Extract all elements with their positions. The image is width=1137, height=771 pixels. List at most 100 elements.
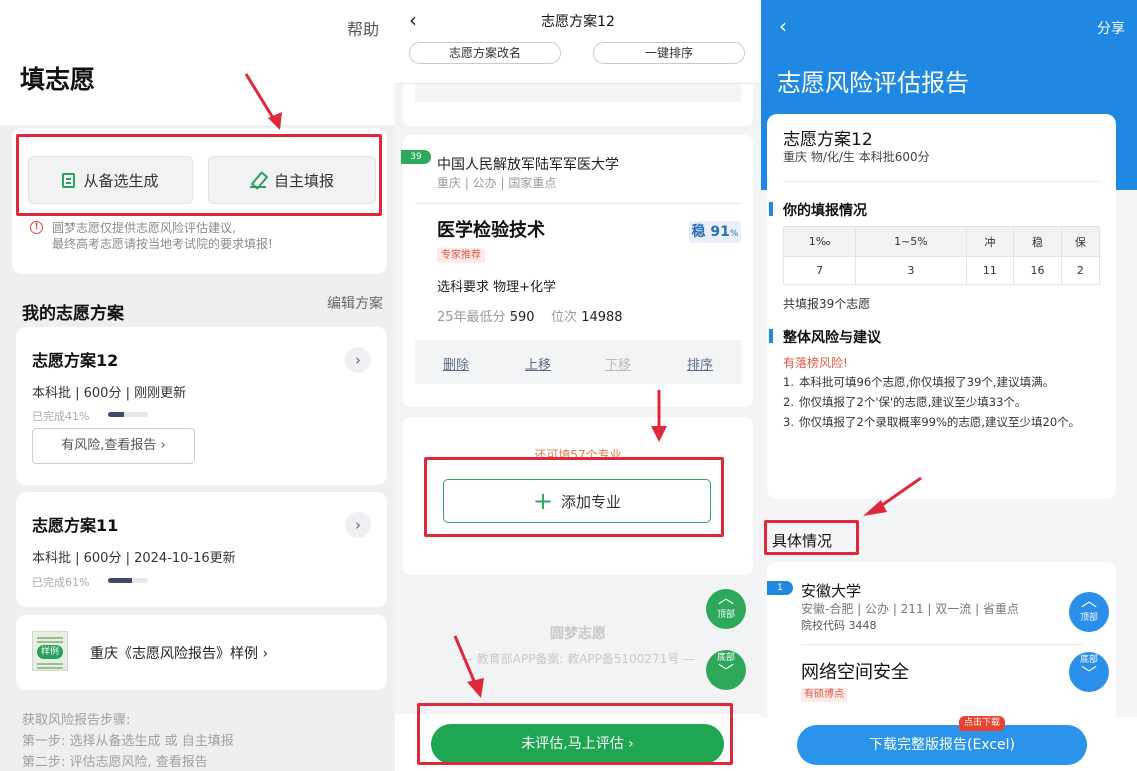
plan-name: 志愿方案12 [32, 351, 119, 370]
divider [801, 644, 1083, 645]
progress-fill [108, 578, 133, 583]
progress-bar [108, 412, 148, 417]
fill-status-table: 1‰ 1~5% 冲 稳 保 7 3 11 16 2 [782, 226, 1101, 285]
scroll-bottom-button[interactable]: 底部 ﹀ [1069, 652, 1109, 692]
university-name[interactable]: 安徽大学 [801, 580, 861, 601]
table-cell: 3 [855, 256, 967, 285]
plan-card[interactable]: 志愿方案11 › 本科批 | 600分 | 2024-10-16更新 已完成61… [16, 492, 387, 607]
divider [415, 203, 741, 204]
download-report-button[interactable]: 下载完整版报告(Excel) [797, 725, 1087, 765]
header: ‹ 志愿方案12 志愿方案改名 一键排序 [395, 0, 761, 84]
major-name[interactable]: 网络空间安全 [801, 658, 909, 684]
sort-button[interactable]: 排序 [687, 354, 713, 373]
alert-icon: ! [30, 221, 43, 234]
disclaimer-line1: 圆梦志愿仅提供志愿风险评估建议, [52, 221, 236, 235]
stable-value: 91 [710, 224, 730, 240]
expert-recommend-tag: 专家推荐 [437, 248, 485, 263]
step-2: 第二步: 评估志愿风险, 查看报告 [22, 755, 208, 770]
university-name[interactable]: 中国人民解放军陆军军医大学 [437, 154, 619, 174]
highlight-box [417, 703, 733, 765]
chevron-right-icon[interactable]: › [345, 512, 371, 538]
rank-tag: 39 [401, 150, 431, 164]
list-item: 1. 本科批可填96个志愿,你仅填报了39个,建议填满。 [783, 375, 1055, 389]
table-cell: 7 [782, 256, 857, 285]
previous-item-actions [403, 84, 753, 126]
stable-unit: % [729, 229, 739, 239]
sample-report-link[interactable]: 重庆《志愿风险报告》样例 › [90, 643, 268, 663]
scroll-top-button[interactable]: ︿ 顶部 [1069, 592, 1109, 632]
university-meta: 重庆 | 公办 | 国家重点 [437, 176, 557, 190]
table-header: 冲 [965, 226, 1015, 257]
total-count: 共填报39个志愿 [783, 297, 871, 311]
chevron-up-icon: ︿ [1080, 591, 1097, 610]
divider [783, 181, 1100, 182]
plan-meta: 重庆 物/化/生 本科批600分 [783, 150, 930, 164]
score-info: 25年最低分 590 位次 14988 [437, 306, 623, 325]
university-code: 院校代码 3448 [801, 619, 877, 632]
watermark-brand: 圆梦志愿 [550, 626, 606, 642]
major-card: 39 中国人民解放军陆军军医大学 重庆 | 公办 | 国家重点 医学检验技术 专… [401, 135, 753, 407]
delete-button[interactable]: 删除 [443, 354, 469, 373]
score-value: 590 [509, 310, 535, 325]
move-down-button: 下移 [605, 358, 632, 373]
list-item: 3. 你仅填报了2个录取概率99%的志愿,建议至少填20个。 [783, 415, 1081, 429]
score-label: 25年最低分 [437, 310, 506, 325]
page-title: 填志愿 [20, 65, 96, 94]
chevron-right-icon[interactable]: › [345, 347, 371, 373]
table-header: 1~5% [855, 226, 967, 257]
plan-list-screen: 帮助 填志愿 从备选生成 自主填报 ! 圆梦志愿仅提供志愿风险评估建议, 最终高… [0, 0, 395, 771]
table-cell: 16 [1013, 256, 1062, 285]
arrow-annotation [453, 635, 484, 698]
overall-risk-title: 整体风险与建议 [769, 327, 881, 347]
page-title: 志愿方案12 [541, 14, 615, 30]
back-icon[interactable]: ‹ [779, 14, 787, 38]
chevron-up-icon: ︿ [717, 588, 734, 607]
top-label: 顶部 [716, 610, 735, 620]
progress-bar [108, 578, 148, 583]
table-header: 1‰ [782, 226, 857, 257]
plan-name: 志愿方案11 [32, 516, 119, 535]
chevron-down-icon: ﹀ [1080, 664, 1097, 683]
share-button[interactable]: 分享 [1097, 18, 1125, 38]
my-plans-title: 我的志愿方案 [22, 304, 124, 324]
table-cell: 2 [1060, 256, 1101, 285]
action-row: 删除 上移 下移 排序 [415, 340, 741, 384]
subject-requirement: 选科要求 物理+化学 [437, 280, 557, 295]
arrow-annotation [244, 73, 282, 130]
help-link[interactable]: 帮助 [347, 16, 379, 40]
detail-card: 1 安徽大学 安徽-合肥 | 公办 | 211 | 双一流 | 省重点 院校代码… [767, 562, 1116, 722]
plan-meta: 本科批 | 600分 | 2024-10-16更新 [32, 551, 236, 566]
move-up-button[interactable]: 上移 [525, 354, 551, 373]
plan-meta: 本科批 | 600分 | 刚刚更新 [32, 386, 187, 401]
fill-status-title: 你的填报情况 [769, 200, 867, 220]
one-click-sort-button[interactable]: 一键排序 [593, 42, 745, 64]
major-name[interactable]: 医学检验技术 [437, 216, 545, 242]
advice-text: 本科批可填96个志愿,你仅填报了39个,建议填满。 [799, 375, 1055, 389]
arrow-annotation [863, 476, 922, 516]
plan-detail-screen: ‹ 志愿方案12 志愿方案改名 一键排序 39 中国人民解放军陆军军医大学 重庆… [395, 0, 761, 771]
edit-plans-link[interactable]: 编辑方案 [327, 293, 383, 313]
rank-tag: 1 [767, 581, 793, 595]
rank-value: 14988 [581, 310, 623, 325]
rename-plan-button[interactable]: 志愿方案改名 [409, 42, 561, 64]
plan-name: 志愿方案12 [783, 130, 873, 150]
plan-card[interactable]: 志愿方案12 › 本科批 | 600分 | 刚刚更新 已完成41% 有风险,查看… [16, 327, 387, 485]
disclaimer-line2: 最终高考志愿请按当地考试院的要求填报! [52, 237, 273, 251]
highlight-box [764, 520, 859, 555]
university-meta: 安徽-合肥 | 公办 | 211 | 双一流 | 省重点 [801, 602, 1019, 616]
highlight-box [16, 134, 382, 216]
plan-progress-text: 已完成61% [32, 576, 90, 589]
disclaimer: ! 圆梦志愿仅提供志愿风险评估建议, 最终高考志愿请按当地考试院的要求填报! [30, 220, 380, 252]
stable-label: 稳 [691, 224, 706, 240]
sample-report-card[interactable]: 样例 重庆《志愿风险报告》样例 › [16, 615, 387, 690]
steps-title: 获取风险报告步骤: [22, 713, 131, 728]
rank-label: 位次 [551, 310, 578, 325]
table-header: 保 [1060, 226, 1101, 257]
table-header: 稳 [1013, 226, 1062, 257]
top-label: 顶部 [1079, 613, 1098, 623]
table-cell: 11 [965, 256, 1015, 285]
view-risk-report-button[interactable]: 有风险,查看报告 › [32, 428, 195, 464]
header: 帮助 填志愿 [0, 0, 395, 125]
watermark-record: — 教育部APP备案: 教APP备5100271号 — [460, 652, 696, 666]
progress-fill [108, 412, 125, 417]
